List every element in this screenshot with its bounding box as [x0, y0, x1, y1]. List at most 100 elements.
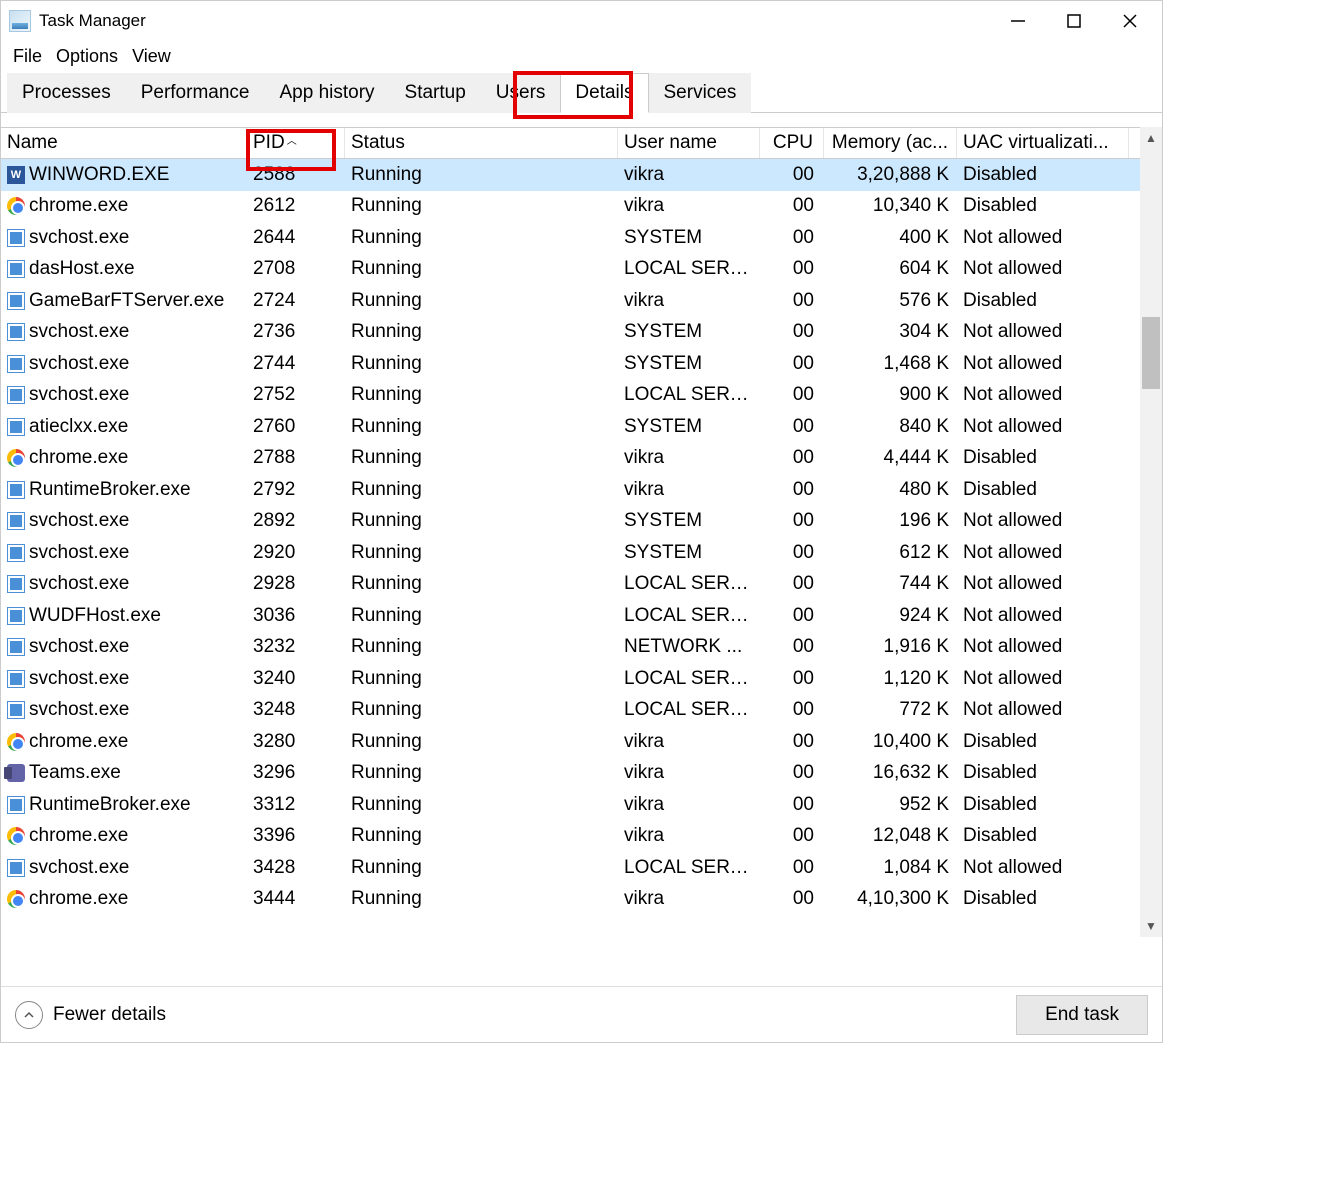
process-pid: 2736 — [247, 321, 345, 343]
column-header-memory[interactable]: Memory (ac... — [824, 128, 957, 158]
generic-icon — [7, 512, 25, 530]
process-row[interactable]: svchost.exe2892RunningSYSTEM00196 KNot a… — [1, 506, 1162, 538]
column-header-uac[interactable]: UAC virtualizati... — [957, 128, 1129, 158]
process-row[interactable]: chrome.exe2788Runningvikra004,444 KDisab… — [1, 443, 1162, 475]
process-row[interactable]: svchost.exe3428RunningLOCAL SERV...001,0… — [1, 852, 1162, 884]
process-cpu: 00 — [760, 290, 824, 312]
process-row[interactable]: Teams.exe3296Runningvikra0016,632 KDisab… — [1, 758, 1162, 790]
details-table: NamePID︿StatusUser nameCPUMemory (ac...U… — [1, 127, 1162, 937]
process-user: LOCAL SERV... — [618, 668, 760, 690]
minimize-button[interactable] — [1006, 9, 1030, 33]
column-header-cpu[interactable]: CPU — [760, 128, 824, 158]
tab-users[interactable]: Users — [481, 73, 561, 113]
process-user: LOCAL SERV... — [618, 384, 760, 406]
process-name: chrome.exe — [29, 825, 128, 847]
process-uac: Not allowed — [957, 605, 1129, 627]
process-pid: 2760 — [247, 416, 345, 438]
window-controls — [1006, 9, 1142, 33]
tab-details[interactable]: Details — [560, 73, 648, 113]
maximize-button[interactable] — [1062, 9, 1086, 33]
process-cpu: 00 — [760, 888, 824, 910]
process-uac: Not allowed — [957, 699, 1129, 721]
process-row[interactable]: dasHost.exe2708RunningLOCAL SERV...00604… — [1, 254, 1162, 286]
generic-icon — [7, 638, 25, 656]
taskmanager-icon — [9, 10, 31, 32]
close-button[interactable] — [1118, 9, 1142, 33]
teams-icon — [7, 764, 25, 782]
process-memory: 840 K — [824, 416, 957, 438]
process-row[interactable]: RuntimeBroker.exe3312Runningvikra00952 K… — [1, 789, 1162, 821]
column-header-pid[interactable]: PID︿ — [247, 128, 345, 158]
process-row[interactable]: svchost.exe3248RunningLOCAL SERV...00772… — [1, 695, 1162, 727]
process-pid: 3248 — [247, 699, 345, 721]
process-status: Running — [345, 699, 618, 721]
process-row[interactable]: svchost.exe2928RunningLOCAL SERV...00744… — [1, 569, 1162, 601]
fewer-details-button[interactable]: Fewer details — [15, 1001, 166, 1029]
process-memory: 772 K — [824, 699, 957, 721]
process-row[interactable]: chrome.exe3280Runningvikra0010,400 KDisa… — [1, 726, 1162, 758]
process-pid: 3036 — [247, 605, 345, 627]
tab-app-history[interactable]: App history — [264, 73, 389, 113]
menu-view[interactable]: View — [126, 44, 177, 69]
process-row[interactable]: GameBarFTServer.exe2724Runningvikra00576… — [1, 285, 1162, 317]
scroll-thumb[interactable] — [1142, 317, 1160, 389]
column-header-status[interactable]: Status — [345, 128, 618, 158]
menu-options[interactable]: Options — [50, 44, 124, 69]
process-row[interactable]: chrome.exe3444Runningvikra004,10,300 KDi… — [1, 884, 1162, 916]
process-pid: 3312 — [247, 794, 345, 816]
process-status: Running — [345, 888, 618, 910]
scroll-up-arrow[interactable]: ▲ — [1140, 127, 1162, 149]
process-row[interactable]: svchost.exe3232RunningNETWORK ...001,916… — [1, 632, 1162, 664]
tab-processes[interactable]: Processes — [7, 73, 126, 113]
menu-file[interactable]: File — [7, 44, 48, 69]
process-cpu: 00 — [760, 321, 824, 343]
process-name: RuntimeBroker.exe — [29, 794, 191, 816]
process-row[interactable]: chrome.exe3396Runningvikra0012,048 KDisa… — [1, 821, 1162, 853]
process-pid: 3444 — [247, 888, 345, 910]
process-user: vikra — [618, 479, 760, 501]
process-name: dasHost.exe — [29, 258, 135, 280]
process-uac: Not allowed — [957, 857, 1129, 879]
process-row[interactable]: chrome.exe2612Runningvikra0010,340 KDisa… — [1, 191, 1162, 223]
tab-performance[interactable]: Performance — [126, 73, 265, 113]
column-header-user[interactable]: User name — [618, 128, 760, 158]
window-title: Task Manager — [39, 11, 1006, 31]
process-pid: 2892 — [247, 510, 345, 532]
process-cpu: 00 — [760, 447, 824, 469]
process-row[interactable]: RuntimeBroker.exe2792Runningvikra00480 K… — [1, 474, 1162, 506]
process-row[interactable]: WWINWORD.EXE2588Runningvikra003,20,888 K… — [1, 159, 1162, 191]
scroll-down-arrow[interactable]: ▼ — [1140, 915, 1162, 937]
process-user: vikra — [618, 447, 760, 469]
process-status: Running — [345, 258, 618, 280]
table-header-row: NamePID︿StatusUser nameCPUMemory (ac...U… — [1, 127, 1162, 159]
process-pid: 3232 — [247, 636, 345, 658]
column-header-name[interactable]: Name — [1, 128, 247, 158]
process-row[interactable]: svchost.exe2920RunningSYSTEM00612 KNot a… — [1, 537, 1162, 569]
process-pid: 2788 — [247, 447, 345, 469]
tab-services[interactable]: Services — [649, 73, 752, 113]
process-memory: 924 K — [824, 605, 957, 627]
process-row[interactable]: svchost.exe3240RunningLOCAL SERV...001,1… — [1, 663, 1162, 695]
vertical-scrollbar[interactable]: ▲ ▼ — [1140, 127, 1162, 937]
process-name: svchost.exe — [29, 227, 129, 249]
process-cpu: 00 — [760, 668, 824, 690]
process-memory: 400 K — [824, 227, 957, 249]
generic-icon — [7, 386, 25, 404]
process-memory: 1,916 K — [824, 636, 957, 658]
process-pid: 2920 — [247, 542, 345, 564]
process-status: Running — [345, 479, 618, 501]
end-task-button[interactable]: End task — [1016, 995, 1148, 1035]
process-row[interactable]: WUDFHost.exe3036RunningLOCAL SERV...0092… — [1, 600, 1162, 632]
process-name: svchost.exe — [29, 668, 129, 690]
process-row[interactable]: svchost.exe2736RunningSYSTEM00304 KNot a… — [1, 317, 1162, 349]
process-row[interactable]: atieclxx.exe2760RunningSYSTEM00840 KNot … — [1, 411, 1162, 443]
process-name: chrome.exe — [29, 888, 128, 910]
process-name: Teams.exe — [29, 762, 121, 784]
process-uac: Disabled — [957, 825, 1129, 847]
process-status: Running — [345, 731, 618, 753]
process-row[interactable]: svchost.exe2752RunningLOCAL SERV...00900… — [1, 380, 1162, 412]
process-row[interactable]: svchost.exe2644RunningSYSTEM00400 KNot a… — [1, 222, 1162, 254]
tab-startup[interactable]: Startup — [390, 73, 481, 113]
process-row[interactable]: svchost.exe2744RunningSYSTEM001,468 KNot… — [1, 348, 1162, 380]
process-uac: Disabled — [957, 164, 1129, 186]
